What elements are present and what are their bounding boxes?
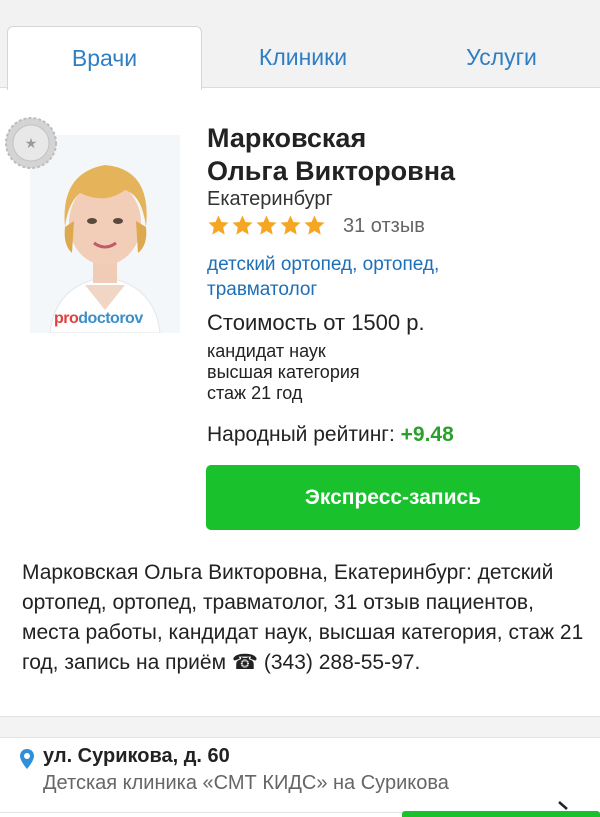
tab-clinics[interactable]: Клиники (203, 26, 403, 88)
fact-category: высшая категория (207, 362, 360, 382)
specialties-links[interactable]: детский ортопед, ортопед, травматолог (207, 252, 507, 302)
fact-experience: стаж 21 год (207, 383, 303, 403)
doctor-facts: кандидат наук высшая категория стаж 21 г… (207, 341, 360, 404)
clinic-address[interactable]: ул. Сурикова, д. 60 (43, 745, 230, 768)
doctor-name[interactable]: Марковская Ольга Викторовна (207, 122, 455, 188)
section-divider (0, 716, 600, 738)
chevron-icon (558, 801, 568, 810)
star-icon (256, 215, 277, 235)
photo-watermark: prodoctorov (54, 310, 143, 327)
price: Стоимость от 1500 р. (207, 310, 425, 335)
award-badge-icon: ★ (5, 117, 57, 169)
tab-bar: Врачи Клиники Услуги (0, 0, 600, 90)
svg-text:★: ★ (25, 136, 38, 152)
tab-services[interactable]: Услуги (403, 26, 600, 88)
star-icon (280, 215, 301, 235)
clinic-name[interactable]: Детская клиника «СМТ КИДС» на Сурикова (43, 772, 449, 795)
doctor-city: Екатеринбург (207, 188, 333, 210)
rating-stars (207, 214, 326, 237)
people-rating-value: +9.48 (400, 423, 454, 446)
reviews-link[interactable]: 31 отзыв (343, 215, 425, 238)
location-pin-icon (20, 749, 34, 769)
star-icon (208, 215, 229, 235)
bottom-booking-button-edge[interactable] (402, 811, 600, 817)
star-icon (304, 215, 325, 235)
tab-doctors[interactable]: Врачи (7, 26, 202, 90)
people-rating: Народный рейтинг: +9.48 (207, 423, 454, 446)
express-booking-button[interactable]: Экспресс-запись (206, 465, 580, 530)
doctor-description: Марковская Ольга Викторовна, Екатеринбур… (22, 561, 584, 674)
fact-degree: кандидат наук (207, 341, 326, 361)
star-icon (232, 215, 253, 235)
